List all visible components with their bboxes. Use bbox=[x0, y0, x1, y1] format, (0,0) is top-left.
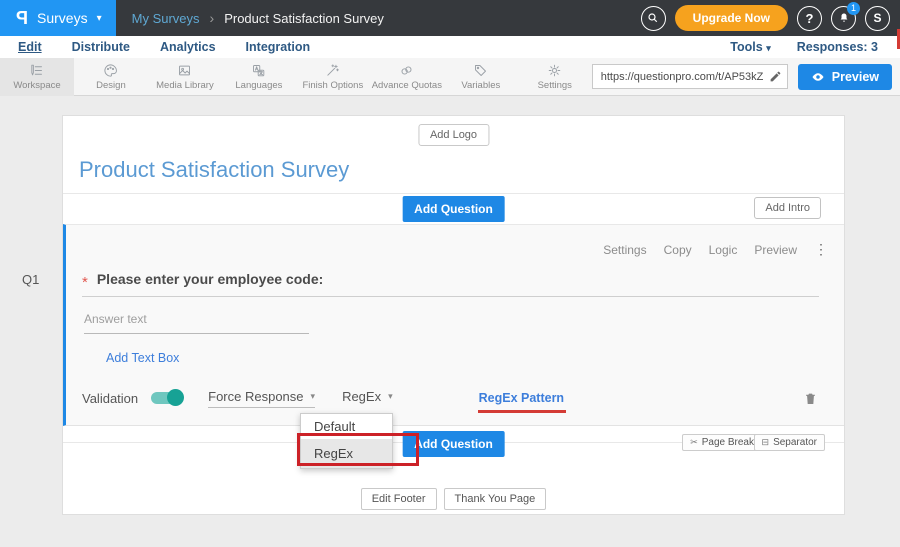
breadcrumb-my-surveys[interactable]: My Surveys bbox=[132, 11, 200, 26]
gear-icon bbox=[547, 63, 562, 78]
toolbar-tab-media-library[interactable]: Media Library bbox=[148, 58, 222, 96]
validation-label: Validation bbox=[82, 391, 138, 406]
question-preview-link[interactable]: Preview bbox=[754, 243, 797, 257]
notifications-button[interactable]: 1 bbox=[831, 6, 856, 31]
upgrade-now-button[interactable]: Upgrade Now bbox=[675, 5, 788, 31]
palette-icon bbox=[103, 63, 118, 78]
survey-url-field bbox=[592, 64, 788, 89]
responses-link[interactable]: Responses: 3 bbox=[797, 40, 878, 54]
toolbar-tab-workspace[interactable]: Workspace bbox=[0, 58, 74, 96]
preview-button[interactable]: Preview bbox=[798, 64, 892, 90]
tools-menu[interactable]: Tools ▾ bbox=[730, 40, 770, 54]
tab-distribute[interactable]: Distribute bbox=[72, 40, 130, 54]
tag-icon bbox=[473, 63, 488, 78]
menu-item-regex[interactable]: RegEx bbox=[301, 439, 392, 468]
breadcrumb-separator-icon: › bbox=[210, 10, 215, 26]
survey-section-nav: Edit Distribute Analytics Integration To… bbox=[0, 36, 900, 58]
toolbar-tab-finish-options[interactable]: Finish Options bbox=[296, 58, 370, 96]
toolbar-tab-design[interactable]: Design bbox=[74, 58, 148, 96]
chevron-down-icon: ▾ bbox=[388, 391, 393, 402]
toolbar-tab-settings[interactable]: Settings bbox=[518, 58, 592, 96]
surveys-product-menu[interactable]: P Surveys ▾ bbox=[0, 0, 116, 36]
topbar-actions: Upgrade Now ? 1 S bbox=[641, 5, 900, 31]
tab-integration[interactable]: Integration bbox=[246, 40, 311, 54]
add-question-button-top[interactable]: Add Question bbox=[402, 196, 505, 222]
delete-question-icon[interactable] bbox=[803, 390, 818, 406]
more-options-icon[interactable]: ⋮ bbox=[814, 241, 828, 258]
chevron-down-icon: ▾ bbox=[97, 13, 102, 24]
survey-editor-canvas: Q1 Add Logo Product Satisfaction Survey … bbox=[0, 96, 900, 547]
thank-you-page-button[interactable]: Thank You Page bbox=[444, 488, 547, 510]
help-button[interactable]: ? bbox=[797, 6, 822, 31]
notification-badge: 1 bbox=[847, 2, 860, 15]
top-navigation-bar: P Surveys ▾ My Surveys › Product Satisfa… bbox=[0, 0, 900, 36]
chevron-down-icon: ▾ bbox=[311, 391, 316, 402]
workspace-icon bbox=[29, 63, 44, 78]
survey-card: Add Logo Product Satisfaction Survey Add… bbox=[62, 115, 845, 515]
breadcrumb-current-survey: Product Satisfaction Survey bbox=[224, 11, 384, 26]
translate-icon bbox=[251, 63, 266, 78]
user-avatar[interactable]: S bbox=[865, 6, 890, 31]
question-text[interactable]: Please enter your employee code: bbox=[97, 271, 323, 287]
question-settings-link[interactable]: Settings bbox=[603, 243, 646, 257]
validation-toggle[interactable] bbox=[151, 392, 182, 404]
menu-item-default[interactable]: Default bbox=[301, 414, 392, 439]
product-name: Surveys bbox=[37, 10, 88, 26]
regex-pattern-link[interactable]: RegEx Pattern bbox=[479, 391, 564, 405]
edit-url-icon[interactable] bbox=[769, 70, 782, 83]
chain-link-icon bbox=[399, 63, 414, 78]
annotation-red-underline bbox=[478, 410, 567, 413]
chevron-down-icon: ▾ bbox=[766, 43, 771, 53]
divider bbox=[63, 193, 844, 194]
search-button[interactable] bbox=[641, 6, 666, 31]
validation-type-menu: Default RegEx bbox=[300, 413, 393, 469]
toolbar-tab-advance-quotas[interactable]: Advance Quotas bbox=[370, 58, 444, 96]
tab-edit[interactable]: Edit bbox=[18, 40, 42, 54]
questionpro-logo: P bbox=[16, 8, 28, 29]
question-logic-link[interactable]: Logic bbox=[709, 243, 738, 257]
survey-url-input[interactable] bbox=[592, 64, 788, 89]
search-icon bbox=[647, 12, 659, 24]
add-intro-button[interactable]: Add Intro bbox=[754, 197, 821, 219]
force-response-dropdown[interactable]: Force Response ▾ bbox=[208, 389, 315, 408]
eye-icon bbox=[811, 70, 825, 84]
required-asterisk: * bbox=[82, 278, 88, 288]
validation-type-dropdown[interactable]: RegEx ▾ bbox=[342, 389, 393, 407]
workspace-toolbar: Workspace Design Media Library Languages… bbox=[0, 58, 900, 96]
page-break-icon: ✂ bbox=[690, 437, 698, 448]
validation-row: Validation Force Response ▾ RegEx ▾ RegE… bbox=[82, 385, 828, 411]
image-icon bbox=[177, 63, 192, 78]
question-mark-icon: ? bbox=[806, 11, 814, 26]
magic-wand-icon bbox=[325, 63, 340, 78]
toggle-knob bbox=[167, 389, 184, 406]
question-copy-link[interactable]: Copy bbox=[664, 243, 692, 257]
breadcrumb: My Surveys › Product Satisfaction Survey bbox=[132, 10, 384, 26]
toolbar-tab-variables[interactable]: Variables bbox=[444, 58, 518, 96]
toolbar-tab-languages[interactable]: Languages bbox=[222, 58, 296, 96]
add-question-button-bottom[interactable]: Add Question bbox=[402, 431, 505, 457]
bell-icon bbox=[838, 12, 850, 24]
add-text-box-link[interactable]: Add Text Box bbox=[106, 351, 179, 365]
question-number: Q1 bbox=[22, 272, 39, 287]
separator-icon: ⊟ bbox=[762, 437, 770, 448]
survey-title[interactable]: Product Satisfaction Survey bbox=[79, 157, 349, 183]
tab-analytics[interactable]: Analytics bbox=[160, 40, 216, 54]
question-block: Settings Copy Logic Preview ⋮ * Please e… bbox=[63, 224, 844, 426]
separator-button[interactable]: ⊟ Separator bbox=[754, 434, 825, 451]
answer-text-input[interactable] bbox=[84, 308, 309, 334]
edit-footer-button[interactable]: Edit Footer bbox=[361, 488, 437, 510]
page-break-button[interactable]: ✂ Page Break bbox=[682, 434, 762, 451]
add-logo-button[interactable]: Add Logo bbox=[418, 124, 489, 146]
question-text-underline bbox=[82, 296, 819, 297]
